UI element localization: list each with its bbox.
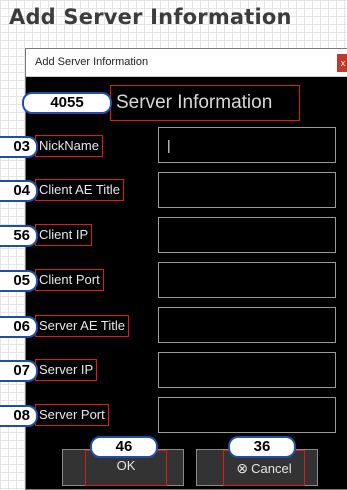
client-ae-title-label: Client AE Title [35,179,124,201]
server-ae-title-field[interactable] [158,307,336,343]
cancel-button-label: Cancel [251,461,292,476]
callout-server-port: 08 [0,405,38,427]
server-ip-label: Server IP [35,359,98,381]
client-ip-field[interactable] [158,217,336,253]
client-port-label: Client Port [35,269,104,291]
close-button[interactable]: x [337,54,347,72]
callout-client-ae-title: 04 [0,180,38,202]
client-ip-label: Client IP [35,224,93,246]
callout-server-ip: 07 [0,360,38,382]
page-heading: Add Server Information [9,5,292,29]
server-ae-title-label: Server AE Title [35,315,129,337]
callout-cancel: 36 [228,436,296,458]
nickname-label: NickName [35,135,103,157]
callout-nickname: 03 [0,136,38,158]
cancel-circle-icon: ⊗ [236,460,249,476]
callout-client-ip: 56 [0,225,38,247]
server-port-label: Server Port [35,404,109,426]
server-port-field[interactable] [158,397,336,433]
callout-ok: 46 [90,436,158,458]
nickname-field[interactable] [158,127,336,163]
client-port-field[interactable] [158,262,336,298]
callout-section: 4055 [22,92,112,114]
dialog-title: Add Server Information [35,56,149,68]
client-ae-title-field[interactable] [158,172,336,208]
callout-server-ae-title: 06 [0,316,38,338]
section-title: Server Information [110,85,300,121]
callout-client-port: 05 [0,270,38,292]
dialog-titlebar: Add Server Information x [26,49,347,77]
server-ip-field[interactable] [158,352,336,388]
